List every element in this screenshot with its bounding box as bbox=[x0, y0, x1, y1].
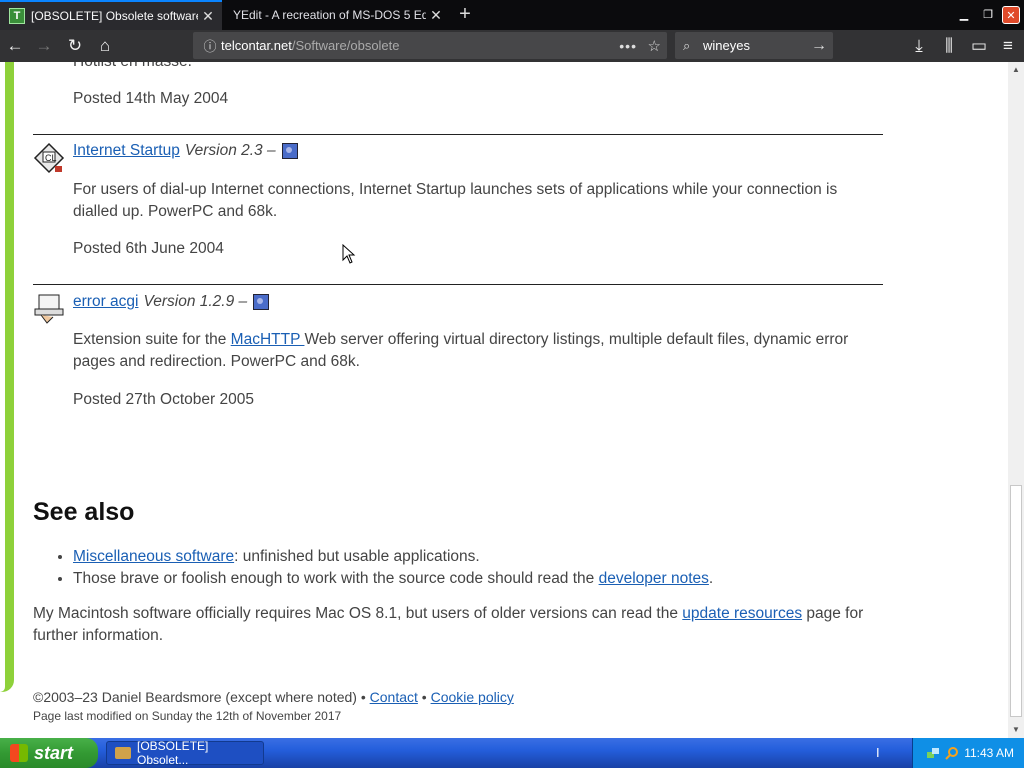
list-item: Miscellaneous software: unfinished but u… bbox=[73, 546, 713, 568]
see-also-list: Miscellaneous software: unfinished but u… bbox=[55, 546, 713, 590]
minimize-icon[interactable]: ▁ bbox=[955, 6, 973, 24]
site-info-icon[interactable]: ⓘ bbox=[199, 36, 221, 55]
menu-hamburger-icon[interactable]: ≡ bbox=[996, 34, 1020, 58]
list-item-text: . bbox=[708, 570, 714, 587]
downloads-icon[interactable]: ⤓ bbox=[907, 34, 931, 58]
entry-version: Version 2.3 – bbox=[184, 142, 276, 159]
taskbar-window-label: [OBSOLETE] Obsolet... bbox=[137, 739, 209, 767]
navigation-toolbar: ← → ↻ ⌂ ⓘ telcontar.net/Software/obsolet… bbox=[0, 30, 1024, 62]
url-path: /Software/obsolete bbox=[291, 38, 400, 53]
search-bar[interactable]: ⌕ wineyes → bbox=[675, 32, 833, 59]
error-acgi-link[interactable]: error acgi bbox=[73, 293, 138, 311]
taskbar-window-button[interactable]: [OBSOLETE] Obsolet... bbox=[106, 739, 264, 767]
list-item-text: Those brave or foolish enough to work wi… bbox=[73, 570, 599, 587]
home-icon[interactable]: ⌂ bbox=[93, 34, 117, 58]
new-tab-icon[interactable]: + bbox=[454, 3, 476, 25]
clock: 11:43 AM bbox=[964, 746, 1014, 760]
update-resources-link[interactable]: update resources bbox=[682, 605, 802, 622]
start-button[interactable]: start bbox=[0, 738, 98, 768]
tab-label: [OBSOLETE] Obsolete software – bbox=[31, 9, 198, 23]
entry-version: Version 1.2.9 – bbox=[143, 293, 248, 310]
forward-arrow-icon[interactable]: → bbox=[32, 34, 56, 58]
page-viewport: Hotlist en masse. Posted 14th May 2004 C… bbox=[0, 62, 1008, 738]
scrollbar-thumb[interactable] bbox=[1010, 485, 1022, 717]
last-modified-text: Page last modified on Sunday the 12th of… bbox=[33, 709, 342, 723]
footer: ©2003–23 Daniel Beardsmore (except where… bbox=[33, 689, 514, 705]
sidebar-icon[interactable]: ▭ bbox=[967, 34, 991, 58]
entry-description: Extension suite for the MacHTTP Web serv… bbox=[73, 329, 863, 373]
internet-startup-app-icon: CL bbox=[33, 142, 65, 174]
search-go-arrow-icon[interactable]: → bbox=[811, 37, 827, 55]
top-fragment-text: Hotlist en masse. bbox=[73, 62, 863, 73]
scroll-up-arrow-icon[interactable]: ▲ bbox=[1008, 62, 1024, 78]
system-tray: 11:43 AM bbox=[912, 738, 1024, 768]
entry-posted-date: Posted 6th June 2004 bbox=[73, 240, 224, 257]
windows-taskbar: start [OBSOLETE] Obsolet... I 11:43 AM bbox=[0, 738, 1024, 768]
tab-close-icon[interactable]: ✕ bbox=[198, 8, 218, 25]
error-acgi-app-icon bbox=[34, 294, 64, 324]
reload-icon[interactable]: ↻ bbox=[63, 34, 87, 58]
entry-title-internet-startup: Internet Startup Version 2.3 – bbox=[73, 142, 298, 160]
tab-label: YEdit - A recreation of MS-DOS 5 Editor bbox=[233, 8, 426, 22]
mac-os-icon bbox=[253, 294, 270, 310]
decorative-green-sidebar bbox=[0, 62, 14, 692]
entry-title-error-acgi: error acgi Version 1.2.9 – bbox=[73, 293, 270, 311]
mac-os-requirement-note: My Macintosh software officially require… bbox=[33, 603, 885, 647]
browser-tab-bar: T [OBSOLETE] Obsolete software – ✕ YEdit… bbox=[0, 0, 1024, 30]
entry-divider bbox=[33, 134, 883, 135]
developer-notes-link[interactable]: developer notes bbox=[599, 570, 709, 587]
cookie-policy-link[interactable]: Cookie policy bbox=[431, 689, 514, 705]
url-bar[interactable]: ⓘ telcontar.net/Software/obsolete ••• ☆ bbox=[193, 32, 667, 59]
search-icon: ⌕ bbox=[683, 37, 691, 53]
entry-divider bbox=[33, 284, 883, 285]
contact-link[interactable]: Contact bbox=[370, 689, 418, 705]
list-item: Those brave or foolish enough to work wi… bbox=[73, 568, 713, 590]
mouse-cursor-icon bbox=[342, 244, 356, 264]
machttp-link[interactable]: MacHTTP bbox=[231, 331, 305, 348]
start-label: start bbox=[34, 742, 74, 763]
entry-posted-date: Posted 27th October 2005 bbox=[73, 391, 254, 408]
back-arrow-icon[interactable]: ← bbox=[3, 34, 27, 58]
footer-separator: • bbox=[417, 689, 431, 705]
bookmark-star-icon[interactable]: ☆ bbox=[648, 37, 661, 55]
desc-text: Extension suite for the bbox=[73, 331, 231, 348]
window-close-icon[interactable]: ✕ bbox=[1002, 6, 1020, 24]
url-domain: telcontar.net bbox=[221, 38, 292, 53]
library-icon[interactable]: ⫼ bbox=[937, 34, 961, 58]
windows-flag-icon bbox=[10, 744, 28, 762]
site-favicon-icon: T bbox=[9, 8, 25, 24]
miscellaneous-software-link[interactable]: Miscellaneous software bbox=[73, 548, 234, 565]
tab-close-icon[interactable]: ✕ bbox=[426, 7, 446, 24]
internet-startup-link[interactable]: Internet Startup bbox=[73, 142, 180, 160]
entry-description: For users of dial-up Internet connection… bbox=[73, 181, 838, 220]
vertical-scrollbar[interactable]: ▲ ▼ bbox=[1008, 62, 1024, 738]
firefox-window-icon bbox=[115, 747, 131, 759]
svg-text:CL: CL bbox=[45, 153, 57, 163]
list-item-text: : unfinished but usable applications. bbox=[234, 548, 480, 565]
first-posted-date: Posted 14th May 2004 bbox=[73, 90, 229, 107]
network-icon[interactable] bbox=[926, 746, 940, 760]
copyright-text: ©2003–23 Daniel Beardsmore (except where… bbox=[33, 689, 370, 705]
scroll-down-arrow-icon[interactable]: ▼ bbox=[1008, 722, 1024, 738]
tray-toolbar-label: I bbox=[876, 745, 880, 760]
note-text: My Macintosh software officially require… bbox=[33, 605, 683, 622]
search-input[interactable]: wineyes bbox=[703, 38, 750, 53]
mac-os-icon bbox=[281, 143, 298, 159]
page-actions-icon[interactable]: ••• bbox=[619, 38, 637, 54]
see-also-heading: See also bbox=[33, 498, 135, 526]
tab-yedit[interactable]: YEdit - A recreation of MS-DOS 5 Editor … bbox=[222, 0, 450, 30]
tab-obsolete-software[interactable]: T [OBSOLETE] Obsolete software – ✕ bbox=[0, 0, 222, 30]
search-tray-icon[interactable] bbox=[945, 746, 959, 760]
restore-icon[interactable]: ❐ bbox=[979, 6, 997, 24]
